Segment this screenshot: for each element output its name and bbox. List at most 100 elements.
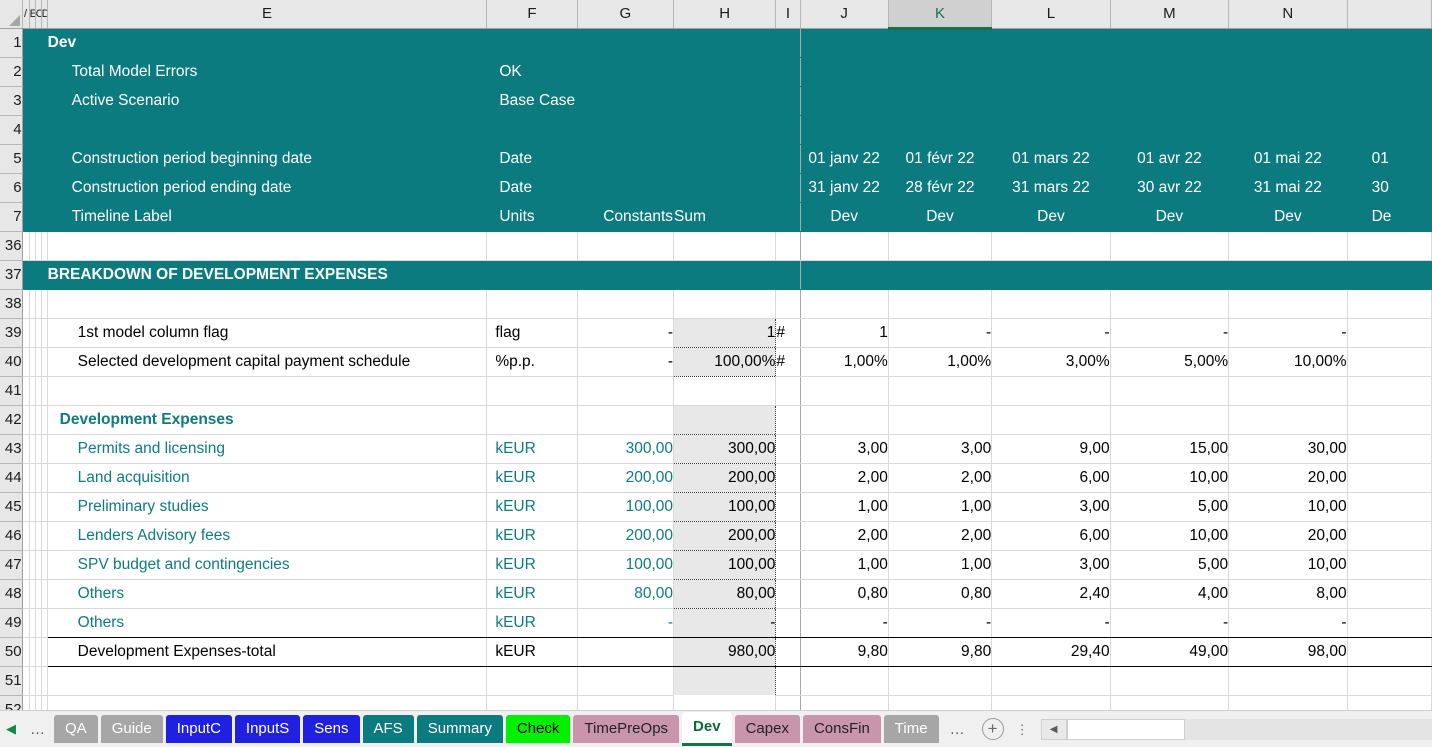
schedule-row-p3[interactable]: 3,00% xyxy=(991,347,1111,377)
cell-k37[interactable] xyxy=(888,260,993,290)
sheet-tab-dev[interactable]: Dev xyxy=(682,712,732,746)
cell-j3[interactable] xyxy=(800,86,889,116)
cell-j36[interactable] xyxy=(800,231,889,261)
flag-row-p3[interactable]: - xyxy=(991,318,1111,348)
cell-o45[interactable] xyxy=(1347,492,1432,522)
expense-2-p5[interactable]: 10,00 xyxy=(1228,492,1348,522)
cell-a42[interactable] xyxy=(22,405,30,435)
cell-a6[interactable] xyxy=(22,173,30,203)
sheet-tab-consfin[interactable]: ConsFin xyxy=(802,715,881,743)
cell-i7[interactable] xyxy=(775,202,801,232)
row-header-44[interactable]: 44 xyxy=(0,463,23,493)
cell-o38[interactable] xyxy=(1347,289,1432,319)
sheet-tab-timepreops[interactable]: TimePreOps xyxy=(573,715,680,743)
sheet-tab-inputc[interactable]: InputC xyxy=(165,715,232,743)
construction-end-p3[interactable]: 31 mars 22 xyxy=(991,173,1111,203)
cell-j4[interactable] xyxy=(800,115,889,145)
cell-o3[interactable] xyxy=(1347,86,1432,116)
cell-h2[interactable] xyxy=(673,57,777,87)
sheet-tab-check[interactable]: Check xyxy=(505,715,571,743)
active-scenario-label[interactable]: Active Scenario xyxy=(47,86,488,116)
previous-sheet-arrow-icon[interactable]: ◀ xyxy=(0,721,22,737)
cell-h1[interactable] xyxy=(673,28,777,58)
expense-sum-2[interactable]: 100,00 xyxy=(673,491,777,522)
select-all-corner[interactable] xyxy=(0,0,23,29)
column-header-k[interactable]: K xyxy=(888,0,993,30)
row-header-45[interactable]: 45 xyxy=(0,492,23,522)
cell-n37[interactable] xyxy=(1228,260,1348,290)
cell-o46[interactable] xyxy=(1347,521,1432,551)
cell-l38[interactable] xyxy=(991,289,1111,319)
construction-end-p5[interactable]: 31 mai 22 xyxy=(1228,173,1348,203)
right-overflow-ellipsis[interactable]: … xyxy=(942,721,974,738)
expense-6-p3[interactable]: - xyxy=(991,608,1111,638)
construction-begin-p5[interactable]: 01 mai 22 xyxy=(1228,144,1348,174)
left-overflow-ellipsis[interactable]: … xyxy=(22,721,54,738)
worksheet-grid[interactable]: / E C D E F G H I J K L M N 1 Dev xyxy=(0,0,1432,725)
cell-h42[interactable] xyxy=(673,405,777,434)
construction-end-units[interactable]: Date xyxy=(486,173,578,203)
cell-f37[interactable] xyxy=(486,260,578,290)
expense-sum-1[interactable]: 200,00 xyxy=(673,462,777,493)
cell-o49[interactable] xyxy=(1347,608,1432,638)
column-header-l[interactable]: L xyxy=(991,0,1111,29)
expense-4-p3[interactable]: 3,00 xyxy=(991,550,1111,580)
cell-i48[interactable] xyxy=(775,579,801,609)
cell-h5[interactable] xyxy=(673,144,777,174)
cell-o48[interactable] xyxy=(1347,579,1432,609)
cell-n3[interactable] xyxy=(1228,86,1348,116)
sheet-tab-capex[interactable]: Capex xyxy=(734,715,800,743)
expense-5-p2[interactable]: 0,80 xyxy=(888,579,993,609)
expense-constants-1[interactable]: 200,00 xyxy=(577,463,675,493)
expense-units-0[interactable]: kEUR xyxy=(486,434,578,464)
schedule-row-p4[interactable]: 5,00% xyxy=(1110,347,1230,377)
cell-m42[interactable] xyxy=(1110,405,1230,435)
cell-m38[interactable] xyxy=(1110,289,1230,319)
timeline-p2[interactable]: Dev xyxy=(888,202,993,232)
expense-constants-2[interactable]: 100,00 xyxy=(577,492,675,522)
timeline-label[interactable]: Timeline Label xyxy=(47,202,488,232)
construction-begin-units[interactable]: Date xyxy=(486,144,578,174)
cell-g42[interactable] xyxy=(577,405,675,435)
flag-row-p1[interactable]: 1 xyxy=(800,318,889,348)
cell-a38[interactable] xyxy=(22,289,30,319)
cell-i49[interactable] xyxy=(775,608,801,638)
expense-3-p3[interactable]: 6,00 xyxy=(991,521,1111,551)
expense-label-0[interactable]: Permits and licensing xyxy=(47,434,488,464)
sheet-tab-guide[interactable]: Guide xyxy=(100,715,163,743)
cell-n51[interactable] xyxy=(1228,666,1348,696)
row-header-50[interactable]: 50 xyxy=(0,637,23,667)
expense-0-p5[interactable]: 30,00 xyxy=(1228,434,1348,464)
cell-h51[interactable] xyxy=(673,666,777,695)
cell-g3[interactable] xyxy=(577,86,675,116)
schedule-row-p2[interactable]: 1,00% xyxy=(888,347,993,377)
total-row-p5[interactable]: 98,00 xyxy=(1228,637,1348,667)
total-row-constants[interactable] xyxy=(577,637,675,667)
cell-l42[interactable] xyxy=(991,405,1111,435)
section-banner[interactable]: BREAKDOWN OF DEVELOPMENT EXPENSES xyxy=(47,260,488,290)
total-row-p4[interactable]: 49,00 xyxy=(1110,637,1230,667)
cell-k1[interactable] xyxy=(888,28,993,58)
schedule-row-sum[interactable]: 100,00% xyxy=(673,346,777,377)
column-header-g[interactable]: G xyxy=(577,0,675,29)
cell-k51[interactable] xyxy=(888,666,993,696)
cell-i5[interactable] xyxy=(775,144,801,174)
cell-a40[interactable] xyxy=(22,347,30,377)
cell-h36[interactable] xyxy=(673,231,777,261)
sheet-tab-inputs[interactable]: InputS xyxy=(234,715,301,743)
cell-o41[interactable] xyxy=(1347,376,1432,406)
expense-4-p4[interactable]: 5,00 xyxy=(1110,550,1230,580)
total-row-label[interactable]: Development Expenses-total xyxy=(47,637,488,667)
column-header-a[interactable]: / xyxy=(22,0,30,29)
row-header-47[interactable]: 47 xyxy=(0,550,23,580)
cell-j37[interactable] xyxy=(800,260,889,290)
cell-a1[interactable] xyxy=(22,28,30,58)
cell-m3[interactable] xyxy=(1110,86,1230,116)
cell-h3[interactable] xyxy=(673,86,777,116)
flag-row-marker[interactable]: # xyxy=(775,318,801,348)
cell-i50[interactable] xyxy=(775,637,801,667)
flag-row-p4[interactable]: - xyxy=(1110,318,1230,348)
cell-n4[interactable] xyxy=(1228,115,1348,145)
cell-l3[interactable] xyxy=(991,86,1111,116)
row-header-1[interactable]: 1 xyxy=(0,28,23,58)
